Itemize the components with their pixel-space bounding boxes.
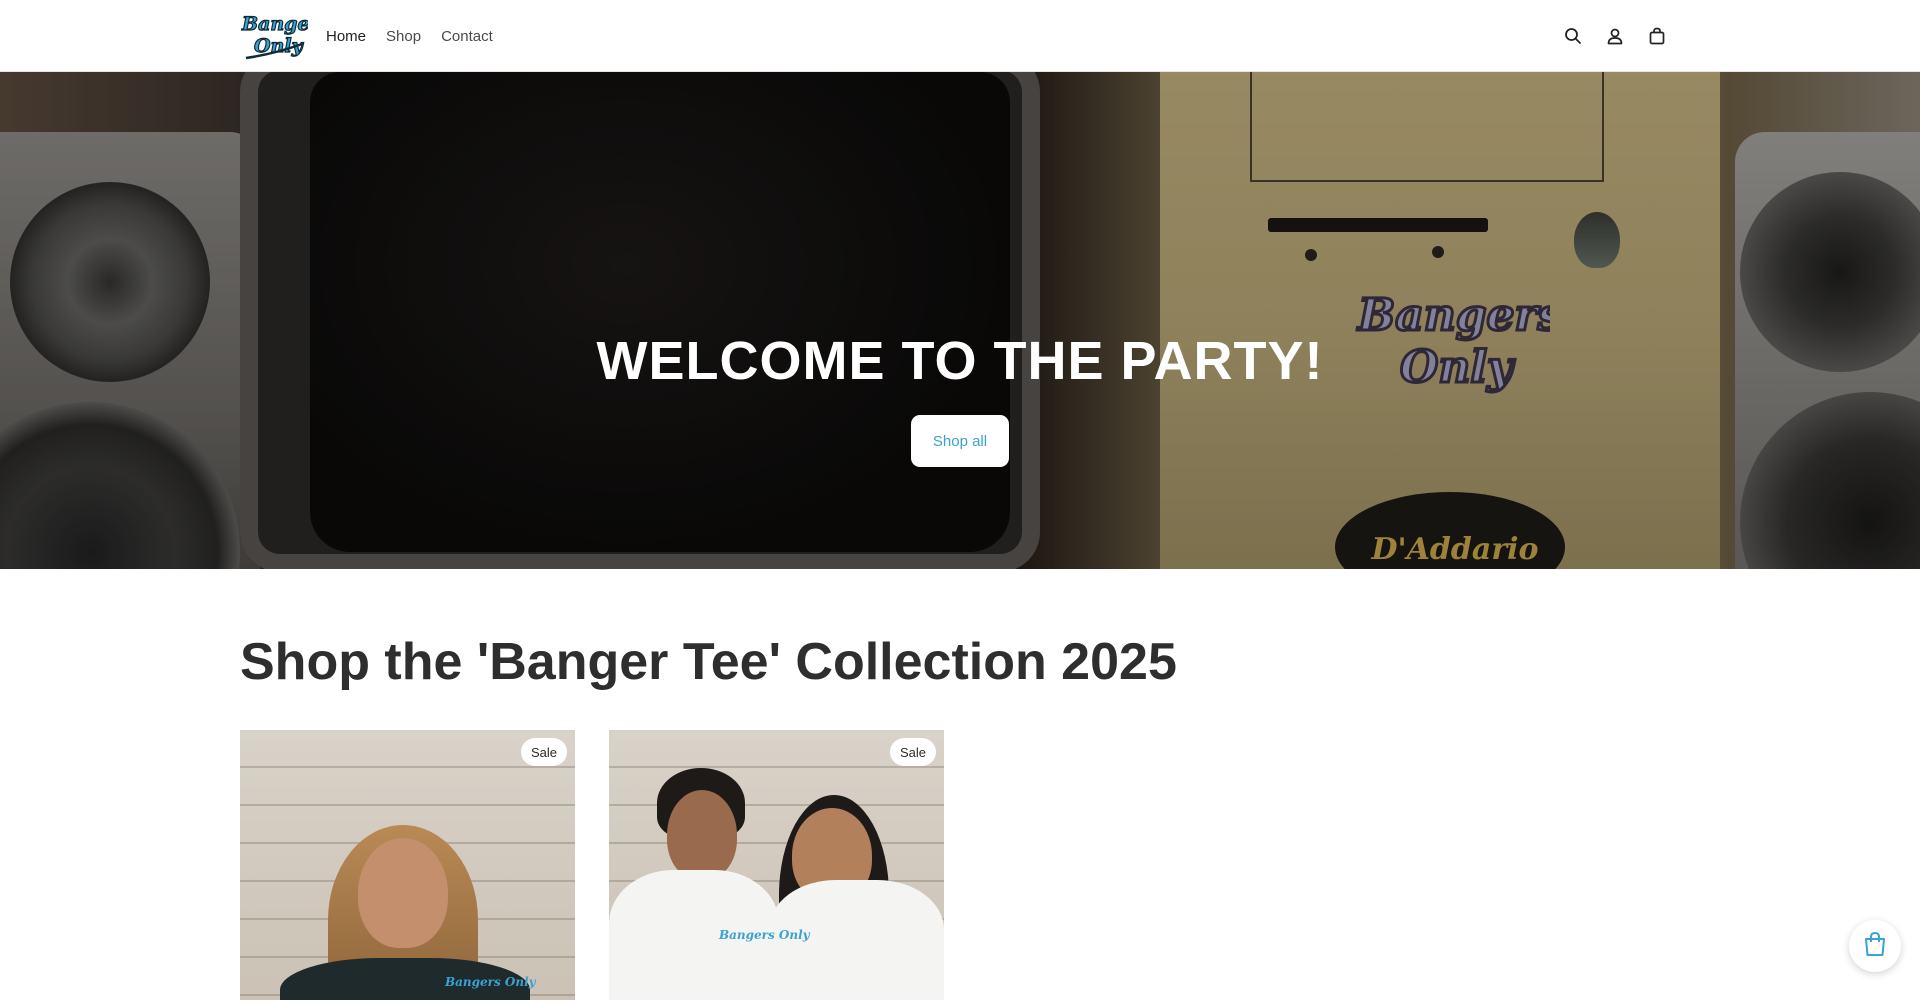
model-face — [667, 790, 737, 880]
site-header: Bangers Only Home Shop Contact — [0, 0, 1920, 72]
hero-title: WELCOME TO THE PARTY! — [596, 331, 1324, 391]
cart-icon[interactable] — [1646, 25, 1668, 47]
sale-badge: Sale — [889, 738, 936, 766]
header-icons — [1562, 0, 1668, 72]
main-nav: Home Shop Contact — [326, 0, 493, 72]
hero-banner: D'Addario Bangers Only WELCOME TO THE PA… — [0, 72, 1920, 569]
shop-all-button[interactable]: Shop all — [911, 415, 1009, 467]
floating-cart-button[interactable] — [1849, 920, 1901, 972]
bangers-only-logo[interactable]: Bangers Only — [240, 8, 331, 62]
account-icon[interactable] — [1604, 25, 1626, 47]
search-icon[interactable] — [1562, 25, 1584, 47]
nav-contact[interactable]: Contact — [441, 28, 493, 45]
nav-home[interactable]: Home — [326, 28, 366, 45]
hero-overlay — [0, 72, 1920, 569]
logo-line-1: Bangers — [241, 13, 308, 35]
nav-shop[interactable]: Shop — [386, 28, 421, 45]
product-card[interactable]: Bangers Only Sale — [609, 730, 944, 1000]
shopping-bag-icon — [1861, 930, 1889, 963]
sale-badge: Sale — [520, 738, 567, 766]
tee-logo: Bangers Only — [445, 975, 536, 989]
collection-title: Shop the 'Banger Tee' Collection 2025 — [240, 633, 1177, 691]
product-card[interactable]: Bangers Only Sale — [240, 730, 575, 1000]
model-face — [358, 838, 448, 948]
tee-logo: Bangers Only — [719, 928, 810, 942]
